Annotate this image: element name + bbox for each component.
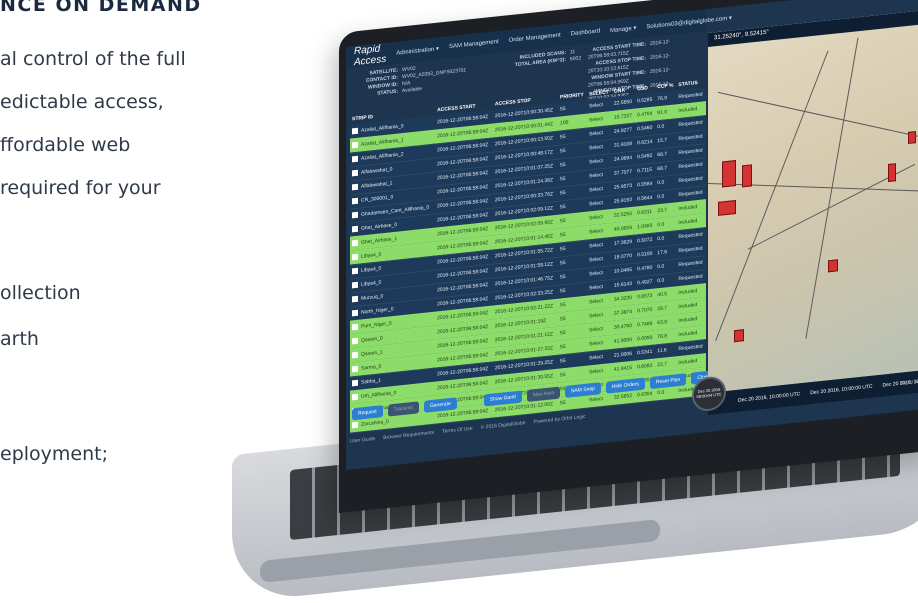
row-checkbox[interactable] <box>352 421 358 429</box>
user-guide-link[interactable]: User Guide <box>350 436 375 445</box>
row-checkbox[interactable] <box>352 337 358 345</box>
meta-status: Available <box>402 85 423 95</box>
map-road <box>708 182 918 192</box>
map-view[interactable]: 31.25240°, 9.52415° <box>708 9 918 393</box>
copy-line: ollection <box>0 282 81 304</box>
target-area[interactable] <box>722 160 736 188</box>
row-checkbox[interactable] <box>352 141 358 149</box>
terms-link[interactable]: Terms Of Use <box>442 426 473 435</box>
laptop-screen: Rapid Access Administration ▾ SAM Manage… <box>346 0 918 471</box>
meta-included-scans: 11 <box>570 48 576 56</box>
row-checkbox[interactable] <box>352 379 358 387</box>
copy-line: edictable access, <box>0 91 164 113</box>
strip-id: Sarma_0 <box>361 363 382 372</box>
target-area[interactable] <box>908 131 916 144</box>
row-checkbox[interactable] <box>352 351 358 359</box>
map-coordinates: 31.25240°, 9.52415° <box>708 9 918 47</box>
nav-sam-management[interactable]: SAM Management <box>449 39 499 50</box>
copyright-text: © 2016 DigitalGlobe <box>480 420 526 431</box>
copy-line: al control of the full <box>0 48 186 70</box>
map-road <box>717 91 918 137</box>
target-area[interactable] <box>828 259 838 273</box>
strip-id: Libya4_0 <box>361 251 382 260</box>
row-checkbox[interactable] <box>352 253 358 261</box>
strip-id: Alfalowahat_1 <box>361 180 393 190</box>
row-checkbox[interactable] <box>352 211 358 219</box>
app-brand[interactable]: Rapid Access <box>354 43 386 68</box>
strip-id: Azaliat_Alifhania_1 <box>361 137 404 148</box>
strip-id: Zarcahina_0 <box>361 418 389 428</box>
target-area[interactable] <box>888 163 896 183</box>
powered-by-text: Powered by Orbit Logic <box>533 413 586 426</box>
row-checkbox[interactable] <box>352 267 358 275</box>
row-checkbox[interactable] <box>352 295 358 303</box>
row-checkbox[interactable] <box>352 155 358 163</box>
meta-total-area: 6002 <box>570 55 582 63</box>
copy-line: ffordable web <box>0 134 131 156</box>
strip-id: Azaliat_Alifhania_0 <box>361 122 404 134</box>
target-area[interactable] <box>718 200 736 216</box>
target-area[interactable] <box>742 164 752 188</box>
strip-id: Libya4_0 <box>361 279 382 288</box>
copy-line: arth <box>0 328 39 350</box>
row-checkbox[interactable] <box>352 393 358 401</box>
row-checkbox[interactable] <box>352 309 358 317</box>
row-checkbox[interactable] <box>352 365 358 373</box>
strip-id: North_Niger_0 <box>361 306 394 316</box>
strip-id: Sabha_1 <box>361 377 382 386</box>
strip-id: Ghat_Airbase_0 <box>361 221 398 232</box>
target-area[interactable] <box>734 329 744 343</box>
nav-dashboard[interactable]: Dashboard <box>571 28 600 37</box>
copy-line: required for your <box>0 177 161 199</box>
headline: NCE ON DEMAND <box>0 0 202 16</box>
nav-user-account[interactable]: Solutions03@digitalglobe.com ▾ <box>646 14 732 30</box>
meta-window: N/A <box>402 80 411 88</box>
strip-id: Pum_Niger_0 <box>361 320 392 330</box>
row-checkbox[interactable] <box>352 323 358 331</box>
copy-line: eployment; <box>0 443 108 465</box>
nav-manage[interactable]: Manage ▾ <box>610 24 636 34</box>
nav-administration[interactable]: Administration ▾ <box>396 45 439 56</box>
row-checkbox[interactable] <box>352 225 358 233</box>
strip-id: Azaliat_Alifhania_2 <box>361 151 404 162</box>
row-checkbox[interactable] <box>352 169 358 177</box>
strip-id: Qasam_0 <box>361 335 383 344</box>
row-checkbox[interactable] <box>352 281 358 289</box>
strip-id: Um_Alifhania_0 <box>361 389 397 400</box>
strip-id: Qasam_1 <box>361 349 383 358</box>
row-checkbox[interactable] <box>352 197 358 205</box>
nav-order-management[interactable]: Order Management <box>509 32 561 43</box>
strip-id: Alfalowahat_0 <box>361 166 393 176</box>
strip-id: Ghat_Airbase_1 <box>361 235 398 246</box>
row-checkbox[interactable] <box>352 239 358 247</box>
strip-id: CR_300001_0 <box>361 194 394 204</box>
row-checkbox[interactable] <box>352 183 358 191</box>
strip-id: Libya4_0 <box>361 265 382 274</box>
strip-id: Murzuq_0 <box>361 293 384 302</box>
browser-requirements-link[interactable]: Browser Requirements <box>383 430 434 441</box>
row-checkbox[interactable] <box>352 127 358 134</box>
